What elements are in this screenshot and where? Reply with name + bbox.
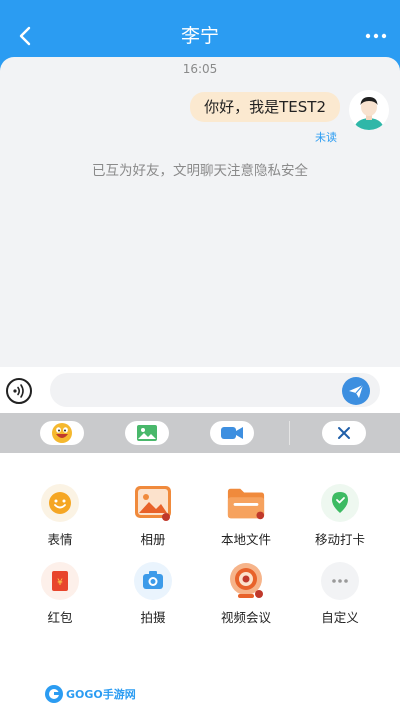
watermark-logo: GOGO手游网 (44, 683, 136, 705)
red-packet-icon: ¥ (41, 562, 79, 600)
album-icon-wrap (133, 483, 173, 523)
message-input[interactable] (50, 373, 380, 407)
tool-custom[interactable]: 自定义 (295, 561, 385, 631)
album-icon (135, 486, 171, 521)
gogo-logo-icon (45, 685, 63, 703)
message-bubble[interactable]: 你好，我是TEST2 (190, 92, 340, 122)
video-quick-button[interactable] (210, 421, 254, 445)
video-meeting-icon-wrap (226, 561, 266, 601)
camera-icon (134, 562, 172, 600)
video-meeting-icon (230, 563, 263, 598)
voice-icon (13, 384, 24, 398)
chat-title: 李宁 (180, 25, 219, 47)
more-button[interactable] (364, 28, 388, 42)
divider (289, 421, 290, 445)
emoji-icon-wrap (40, 483, 80, 523)
folder-icon-wrap (226, 483, 266, 523)
video-camera-icon (221, 427, 243, 439)
image-icon (137, 425, 157, 441)
camera-icon-wrap (133, 561, 173, 601)
tool-label: 移动打卡 (314, 532, 365, 547)
tool-video-meeting[interactable]: 视频会议 (201, 561, 291, 631)
input-bar (0, 367, 400, 413)
close-quick-button[interactable] (322, 421, 366, 445)
checkin-icon-wrap (320, 483, 360, 523)
tool-label: 拍摄 (140, 610, 166, 625)
message-timestamp: 16:05 (182, 62, 218, 76)
tool-label: 红包 (47, 610, 73, 625)
send-icon (349, 384, 364, 398)
tool-red-packet[interactable]: ¥ 红包 (15, 561, 105, 631)
tool-album[interactable]: 相册 (108, 483, 198, 553)
image-quick-button[interactable] (125, 421, 169, 445)
system-notice: 已互为好友，文明聊天注意隐私安全 (92, 163, 308, 179)
tool-label: 本地文件 (220, 532, 271, 547)
emoji-quick-button[interactable] (40, 421, 84, 445)
tool-emoji[interactable]: 表情 (15, 483, 105, 553)
location-checkin-icon (321, 484, 359, 522)
avatar[interactable] (349, 90, 389, 130)
tool-label: 表情 (47, 532, 73, 547)
tool-checkin[interactable]: 移动打卡 (295, 483, 385, 553)
quick-action-bar (0, 413, 400, 453)
custom-icon-wrap (320, 561, 360, 601)
voice-button[interactable] (6, 378, 32, 404)
tool-camera[interactable]: 拍摄 (108, 561, 198, 631)
red-packet-icon-wrap: ¥ (40, 561, 80, 601)
emoji-face-icon (52, 423, 72, 443)
tool-panel: 表情 相册 本地文件 移动打卡 ¥ 红包 拍摄 视频会议 自定义 (0, 453, 400, 711)
tool-local-file[interactable]: 本地文件 (201, 483, 291, 553)
emoji-icon (41, 484, 79, 522)
read-status: 未读 (315, 131, 337, 144)
folder-icon (227, 488, 265, 520)
user-avatar-icon (349, 90, 389, 130)
send-button[interactable] (342, 377, 370, 405)
tool-label: 相册 (140, 532, 166, 547)
watermark-text: GOGO手游网 (66, 688, 136, 701)
close-icon (338, 427, 350, 439)
ellipsis-icon (365, 33, 387, 39)
chat-area[interactable]: 16:05 你好，我是TEST2 未读 已互为好友，文明聊天注意隐私安全 (0, 57, 400, 367)
more-dots-icon (321, 562, 359, 600)
svg-text:¥: ¥ (57, 578, 63, 588)
tool-label: 视频会议 (220, 610, 271, 625)
tool-label: 自定义 (321, 610, 359, 625)
